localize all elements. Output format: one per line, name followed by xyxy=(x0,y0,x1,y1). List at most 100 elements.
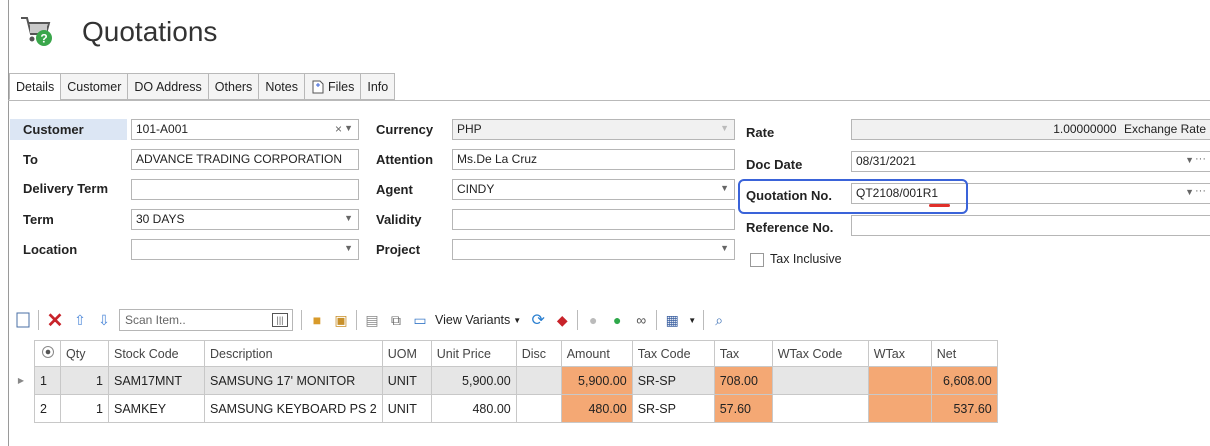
scan-item-placeholder: Scan Item.. xyxy=(125,313,186,327)
delivery-term-field[interactable] xyxy=(131,179,359,200)
col-wtax-code[interactable]: WTax Code xyxy=(771,340,869,367)
tab-info[interactable]: Info xyxy=(360,73,396,100)
rate-field[interactable]: 1.00000000 Exchange Rate xyxy=(851,119,1210,140)
cell-wtax-code[interactable] xyxy=(771,394,869,423)
cell-wtax[interactable] xyxy=(867,394,932,423)
tab-files-label: Files xyxy=(327,79,355,94)
tab-files[interactable]: Files xyxy=(303,73,361,100)
term-field[interactable]: 30 DAYS ▼ xyxy=(131,209,359,230)
cell-tax[interactable]: 708.00 xyxy=(713,366,773,395)
grid-header-row: Qty Stock Code Description UOM Unit Pric… xyxy=(34,340,998,367)
ellipsis-icon[interactable]: ··· xyxy=(1195,153,1206,165)
cell-uom[interactable]: UNIT xyxy=(381,366,432,395)
cell-unit-price[interactable]: 480.00 xyxy=(430,394,517,423)
move-up-icon[interactable]: ⇧ xyxy=(71,309,89,331)
tab-do-address[interactable]: DO Address xyxy=(127,73,208,100)
scan-item-input[interactable]: Scan Item.. ||| xyxy=(119,309,293,331)
chevron-down-icon[interactable]: ▼ xyxy=(720,123,729,133)
col-disc[interactable]: Disc xyxy=(515,340,562,367)
currency-field[interactable]: PHP ▼ xyxy=(452,119,735,140)
chevron-down-icon[interactable]: ▼ xyxy=(1185,187,1194,197)
cell-qty[interactable]: 1 xyxy=(60,394,109,423)
tab-others[interactable]: Others xyxy=(207,73,259,100)
cell-tax-code[interactable]: SR-SP xyxy=(631,394,715,423)
title-bar: ? Quotations xyxy=(8,0,1210,64)
variants-icon[interactable]: ▭ xyxy=(411,309,429,331)
col-qty[interactable]: Qty xyxy=(60,340,109,367)
col-wtax[interactable]: WTax xyxy=(867,340,932,367)
cell-qty[interactable]: 1 xyxy=(60,366,109,395)
export-icon[interactable]: ⧉ xyxy=(387,309,405,331)
cell-net[interactable]: 6,608.00 xyxy=(930,366,998,395)
chevron-down-icon[interactable]: ▼ xyxy=(1185,155,1194,165)
refresh-icon[interactable]: ⟳ xyxy=(529,309,547,331)
clear-icon[interactable]: × xyxy=(335,122,342,136)
move-down-icon[interactable]: ⇩ xyxy=(95,309,113,331)
col-tax-code[interactable]: Tax Code xyxy=(631,340,715,367)
table-row[interactable]: 1 1 SAM17MNT SAMSUNG 17' MONITOR UNIT 5,… xyxy=(34,366,998,395)
list-icon[interactable]: ▤ xyxy=(363,309,381,331)
col-net[interactable]: Net xyxy=(930,340,998,367)
go-icon[interactable]: ● xyxy=(608,309,626,331)
col-tax[interactable]: Tax xyxy=(713,340,773,367)
col-amount[interactable]: Amount xyxy=(560,340,633,367)
items-grid: Qty Stock Code Description UOM Unit Pric… xyxy=(34,340,998,423)
tab-customer[interactable]: Customer xyxy=(60,73,128,100)
select-all-radio[interactable] xyxy=(34,340,61,367)
location-field[interactable]: ▼ xyxy=(131,239,359,260)
chevron-down-icon[interactable]: ▼ xyxy=(344,213,353,223)
history-icon[interactable]: ◆ xyxy=(553,309,571,331)
cell-disc[interactable] xyxy=(515,394,562,423)
cell-amount[interactable]: 480.00 xyxy=(560,394,633,423)
customer-field[interactable]: 101-A001 × ▼ xyxy=(131,119,359,140)
tab-bar: Details Customer DO Address Others Notes… xyxy=(9,73,396,100)
preview-icon[interactable]: ⌕ xyxy=(710,309,728,331)
cell-stock-code[interactable]: SAM17MNT xyxy=(108,366,205,395)
currency-value: PHP xyxy=(457,122,482,136)
cell-wtax[interactable] xyxy=(867,366,932,395)
cell-uom[interactable]: UNIT xyxy=(381,394,432,423)
doc-date-field[interactable]: 08/31/2021 ▼ ··· xyxy=(851,151,1210,172)
validity-field[interactable] xyxy=(452,209,735,230)
chevron-down-icon[interactable]: ▼ xyxy=(720,183,729,193)
ellipsis-icon[interactable]: ··· xyxy=(1195,185,1206,197)
item-details-icon[interactable]: ▣ xyxy=(332,309,350,331)
cell-tax[interactable]: 57.60 xyxy=(713,394,773,423)
cell-unit-price[interactable]: 5,900.00 xyxy=(430,366,517,395)
cell-amount[interactable]: 5,900.00 xyxy=(560,366,633,395)
binoculars-icon[interactable]: ∞ xyxy=(632,309,650,331)
delete-icon[interactable]: ✕ xyxy=(45,309,65,332)
col-uom[interactable]: UOM xyxy=(381,340,432,367)
cell-description[interactable]: SAMSUNG KEYBOARD PS 2 xyxy=(204,394,383,423)
validity-label: Validity xyxy=(376,212,422,227)
project-field[interactable]: ▼ xyxy=(452,239,735,260)
cell-stock-code[interactable]: SAMKEY xyxy=(108,394,205,423)
cell-description[interactable]: SAMSUNG 17' MONITOR xyxy=(204,366,383,395)
package-icon[interactable]: ■ xyxy=(308,309,326,331)
chevron-down-icon[interactable]: ▼ xyxy=(687,309,697,331)
tab-notes[interactable]: Notes xyxy=(258,73,304,100)
to-field[interactable]: ADVANCE TRADING CORPORATION xyxy=(131,149,359,170)
reference-no-field[interactable] xyxy=(851,215,1210,236)
chevron-down-icon[interactable]: ▼ xyxy=(344,123,353,133)
chevron-down-icon[interactable]: ▼ xyxy=(344,243,353,253)
barcode-icon[interactable]: ||| xyxy=(272,313,288,327)
table-row[interactable]: 2 1 SAMKEY SAMSUNG KEYBOARD PS 2 UNIT 48… xyxy=(34,394,998,423)
tax-inclusive-checkbox[interactable] xyxy=(750,253,764,267)
col-stock-code[interactable]: Stock Code xyxy=(108,340,205,367)
agent-field[interactable]: CINDY ▼ xyxy=(452,179,735,200)
tab-details[interactable]: Details xyxy=(9,73,61,100)
attention-field[interactable]: Ms.De La Cruz xyxy=(452,149,735,170)
save-layout-icon[interactable]: ▦ xyxy=(663,309,681,331)
col-description[interactable]: Description xyxy=(204,340,383,367)
cell-disc[interactable] xyxy=(515,366,562,395)
cell-net[interactable]: 537.60 xyxy=(930,394,998,423)
cell-wtax-code[interactable] xyxy=(771,366,869,395)
location-label: Location xyxy=(23,242,78,257)
col-unit-price[interactable]: Unit Price xyxy=(430,340,517,367)
chevron-down-icon[interactable]: ▼ xyxy=(720,243,729,253)
new-icon[interactable] xyxy=(14,309,32,331)
cell-tax-code[interactable]: SR-SP xyxy=(631,366,715,395)
agent-label: Agent xyxy=(376,182,413,197)
view-variants-button[interactable]: View Variants ▼ xyxy=(435,313,521,327)
